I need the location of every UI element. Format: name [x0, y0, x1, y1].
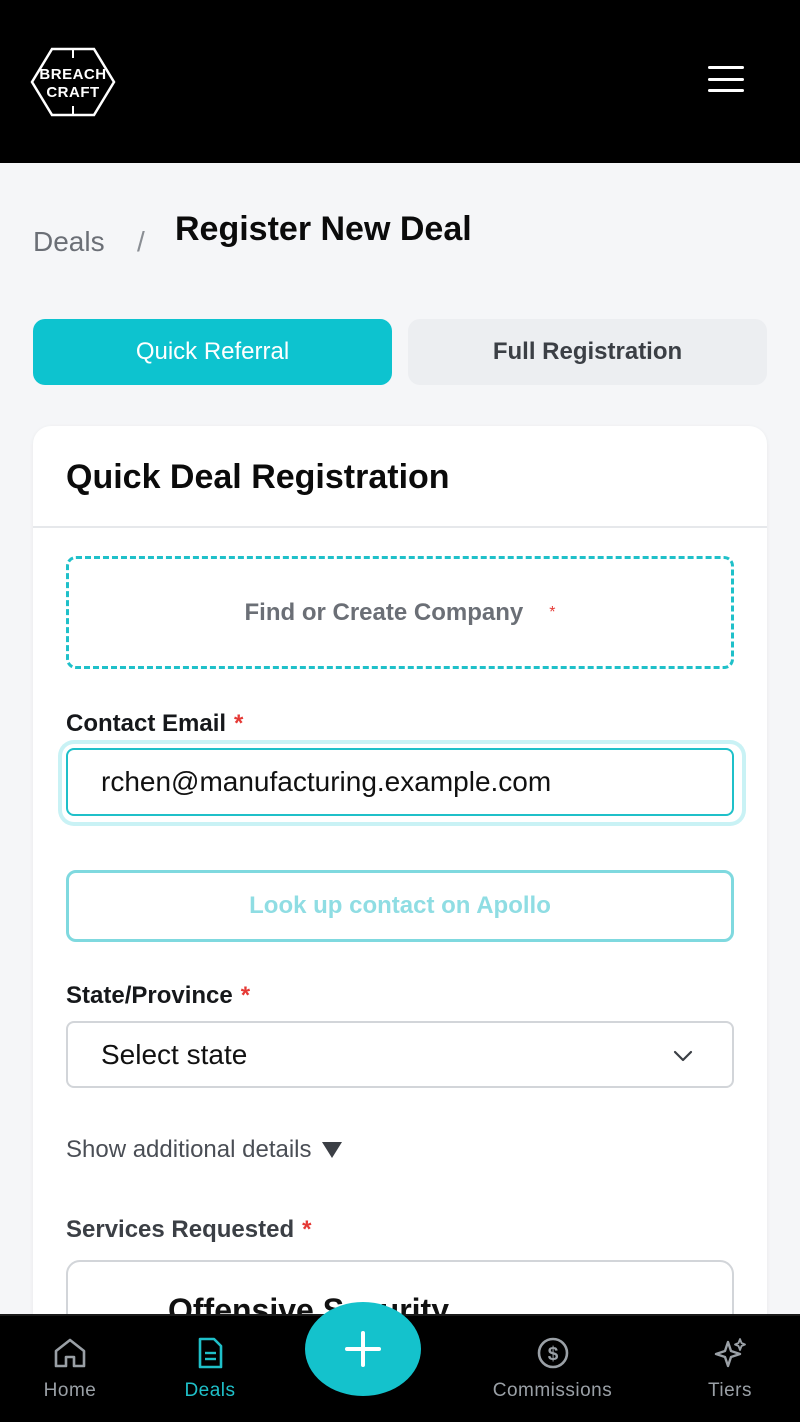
menu-line — [708, 66, 744, 69]
card-divider — [33, 526, 767, 528]
breadcrumb-separator: / — [137, 226, 145, 257]
nav-tiers-label: Tiers — [707, 1380, 753, 1401]
services-label-text: Services Requested — [66, 1216, 295, 1243]
contact-email-label-text: Contact Email — [66, 710, 227, 737]
required-marker: * — [549, 603, 556, 621]
logo-text-line1: BREACH — [39, 66, 106, 83]
contact-email-input[interactable] — [66, 748, 734, 816]
required-marker: * — [240, 982, 251, 1009]
required-marker: * — [302, 1216, 312, 1243]
apollo-lookup-button[interactable]: Look up contact on Apollo — [66, 870, 734, 942]
services-label: Services Requested * — [66, 1216, 311, 1244]
nav-commissions[interactable]: $ Commissions — [470, 1316, 635, 1422]
nav-deals-label: Deals — [184, 1380, 236, 1401]
find-or-create-company-button[interactable]: Find or Create Company * — [66, 556, 734, 669]
contact-email-label: Contact Email * — [66, 710, 243, 738]
tab-quick-referral[interactable]: Quick Referral — [33, 319, 392, 385]
state-label: State/Province * — [66, 982, 250, 1010]
nav-deals[interactable]: Deals — [160, 1316, 260, 1422]
breadcrumb-deals-link[interactable]: Deals — [33, 226, 105, 258]
top-bar: BREACH CRAFT — [0, 0, 800, 163]
menu-line — [708, 77, 744, 81]
page-title: Register New Deal — [175, 210, 472, 248]
breadcrumb: Deals / Register New Deal — [33, 210, 773, 272]
company-picker-label: Find or Create Company — [244, 598, 524, 626]
plus-icon — [345, 1331, 381, 1367]
state-select-value: Select state — [101, 1038, 248, 1070]
required-marker: * — [234, 710, 244, 737]
logo-text-line2: CRAFT — [46, 84, 99, 101]
hamburger-menu-icon[interactable] — [704, 62, 748, 96]
show-additional-details-toggle[interactable]: Show additional details — [66, 1136, 342, 1164]
state-select[interactable]: Select state — [66, 1021, 734, 1088]
chevron-down-icon — [673, 1050, 693, 1062]
nav-tiers[interactable]: Tiers — [690, 1316, 770, 1422]
menu-line — [708, 89, 744, 92]
breachcraft-logo[interactable]: BREACH CRAFT — [30, 46, 116, 118]
tab-full-registration[interactable]: Full Registration — [408, 319, 767, 385]
nav-home-label: Home — [43, 1380, 97, 1401]
quick-registration-card: Quick Deal Registration Find or Create C… — [33, 426, 767, 1422]
state-label-text: State/Province — [66, 982, 233, 1009]
add-deal-fab[interactable] — [305, 1302, 421, 1396]
home-icon — [54, 1338, 86, 1368]
caret-down-icon — [321, 1142, 342, 1158]
card-title: Quick Deal Registration — [66, 458, 450, 496]
dollar-circle-icon: $ — [537, 1337, 568, 1369]
sparkles-icon — [714, 1338, 746, 1368]
document-icon — [198, 1337, 223, 1369]
nav-home[interactable]: Home — [20, 1316, 120, 1422]
show-additional-details-label: Show additional details — [66, 1136, 312, 1163]
svg-text:$: $ — [547, 1344, 558, 1365]
nav-commissions-label: Commissions — [492, 1380, 613, 1401]
